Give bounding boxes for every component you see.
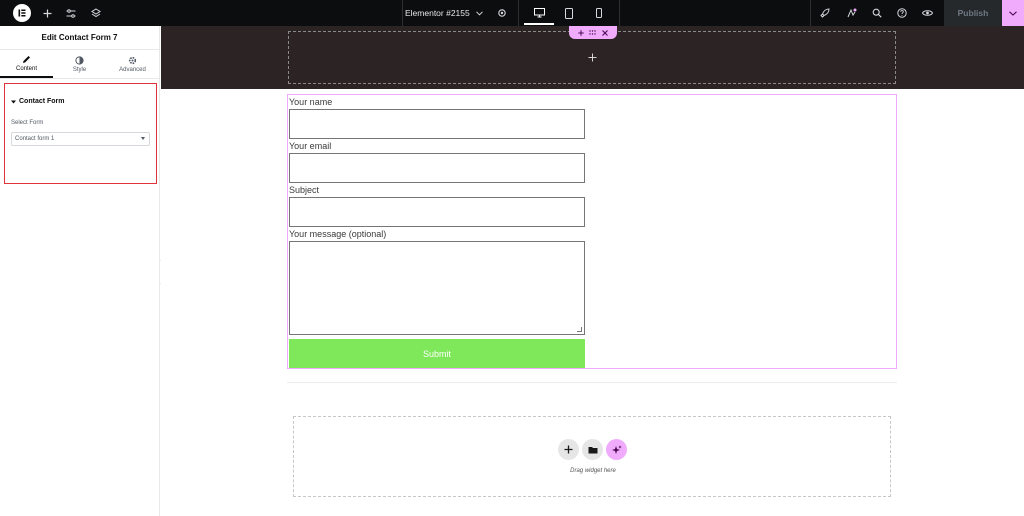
folder-icon: [588, 446, 597, 453]
tab-style[interactable]: Style: [53, 50, 106, 78]
section-title: Contact Form: [19, 98, 65, 105]
add-icon[interactable]: [578, 29, 584, 36]
select-form-label: Select Form: [11, 120, 44, 126]
add-icon: [564, 445, 573, 454]
divider: [287, 382, 897, 383]
ai-generate-button[interactable]: [606, 439, 627, 460]
divider: [619, 0, 620, 26]
sparkle-icon: [611, 445, 621, 454]
tab-style-label: Style: [72, 66, 87, 73]
add-template-button[interactable]: [582, 439, 603, 460]
panel-title: Edit Contact Form 7: [0, 26, 159, 50]
divider: [810, 0, 811, 26]
divider: [402, 0, 403, 26]
chevron-down-icon: [475, 10, 483, 16]
gear-icon: [128, 56, 137, 64]
caret-down-icon: [11, 100, 16, 103]
pencil-icon: [23, 55, 30, 63]
divider: [518, 0, 519, 26]
active-device-indicator: [524, 23, 554, 25]
publish-options-button[interactable]: [1002, 0, 1024, 26]
dark-section[interactable]: [161, 26, 1024, 89]
select-form-dropdown[interactable]: Contact form 1: [11, 132, 150, 146]
rocket-icon[interactable]: [818, 0, 832, 26]
tab-advanced-label: Advanced: [119, 66, 146, 73]
panel-tabs: Content Style Advanced: [0, 50, 159, 79]
name-label: Your name: [289, 97, 333, 107]
document-title-text: Elementor #2155: [405, 8, 470, 18]
drag-widget-hint: Drag widget here: [570, 468, 616, 474]
add-icon[interactable]: [40, 0, 54, 26]
email-label: Your email: [289, 141, 332, 151]
name-input[interactable]: [289, 109, 585, 139]
tablet-icon[interactable]: [562, 0, 576, 26]
message-label: Your message (optional): [289, 229, 387, 239]
drag-handle-icon[interactable]: [589, 30, 597, 35]
submit-button[interactable]: Submit: [289, 339, 585, 368]
publish-button[interactable]: Publish: [944, 0, 1002, 26]
layers-icon[interactable]: [89, 0, 103, 26]
contact-form-section: Contact Form Select Form Contact form 1: [4, 83, 157, 184]
elementor-logo-icon[interactable]: [13, 4, 31, 22]
email-input[interactable]: [289, 153, 585, 183]
gear-icon[interactable]: [495, 0, 509, 26]
editor-panel: Edit Contact Form 7 Content Style Advanc…: [0, 26, 160, 516]
tab-content-label: Content: [15, 65, 37, 72]
select-form-value: Contact form 1: [15, 136, 55, 142]
contrast-icon: [75, 55, 84, 65]
preview-eye-icon[interactable]: [920, 0, 934, 26]
message-textarea[interactable]: [289, 241, 585, 335]
tab-content[interactable]: Content: [0, 50, 53, 78]
resize-grip-icon[interactable]: [577, 327, 582, 332]
settings-sliders-icon[interactable]: [64, 0, 78, 26]
notes-icon[interactable]: [844, 0, 858, 26]
tab-advanced[interactable]: Advanced: [106, 50, 159, 78]
close-icon[interactable]: [602, 29, 609, 36]
caret-down-icon: [141, 137, 145, 140]
section-toggle[interactable]: Contact Form: [11, 98, 65, 105]
section-handle[interactable]: [569, 26, 617, 39]
top-bar: Elementor #2155 Publish: [0, 0, 1024, 26]
contact-form-widget[interactable]: Your name Your email Subject Your messag…: [287, 94, 897, 369]
add-section-button[interactable]: [558, 439, 579, 460]
mobile-icon[interactable]: [592, 0, 606, 26]
help-icon[interactable]: [895, 0, 909, 26]
editor-canvas: Your name Your email Subject Your messag…: [161, 26, 1024, 516]
caret-down-icon: [1009, 10, 1017, 16]
add-section-dropzone[interactable]: Drag widget here: [293, 416, 891, 497]
add-icon: [588, 53, 596, 62]
subject-input[interactable]: [289, 197, 585, 227]
search-icon[interactable]: [870, 0, 884, 26]
subject-label: Subject: [289, 185, 320, 195]
